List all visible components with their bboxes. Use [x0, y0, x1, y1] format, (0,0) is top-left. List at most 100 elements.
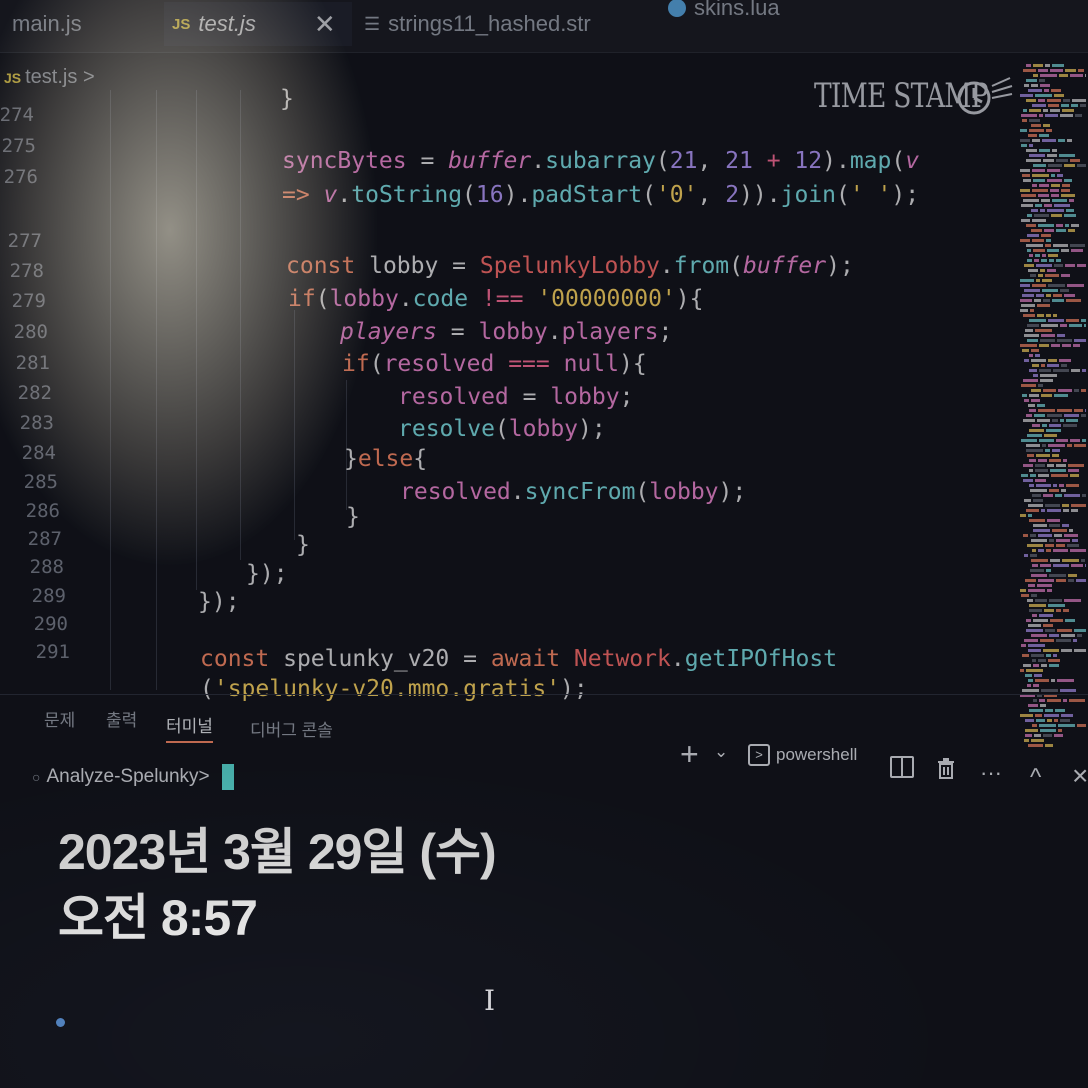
minimap-line: [1052, 449, 1060, 452]
minimap-line: [1063, 99, 1070, 102]
minimap-line: [1032, 494, 1041, 497]
minimap-line: [1049, 259, 1054, 262]
code-line[interactable]: players = lobby.players;: [340, 319, 672, 345]
code-line[interactable]: }else{: [344, 446, 427, 472]
minimap-line: [1034, 674, 1042, 677]
code-line[interactable]: }: [346, 504, 360, 530]
tab-main-js[interactable]: main.js: [4, 2, 82, 46]
terminal-prompt-line[interactable]: ○ Analyze-Spelunky>: [32, 764, 234, 790]
minimap-line: [1054, 94, 1064, 97]
tab-output[interactable]: 출력: [106, 706, 137, 731]
minimap[interactable]: [1018, 60, 1088, 750]
code-token: syncFrom: [524, 479, 636, 505]
minimap-line: [1044, 609, 1054, 612]
breadcrumb[interactable]: JS test.js >: [4, 66, 95, 89]
minimap-line: [1040, 729, 1056, 732]
minimap-line: [1020, 344, 1037, 347]
new-terminal-button[interactable]: +: [680, 736, 699, 773]
minimap-line: [1035, 479, 1046, 482]
minimap-line: [1063, 609, 1069, 612]
minimap-line: [1073, 639, 1077, 642]
minimap-line: [1031, 574, 1047, 577]
code-token: )).: [739, 182, 781, 208]
minimap-line: [1066, 484, 1079, 487]
code-line[interactable]: }: [280, 86, 294, 112]
code-token: lobby: [478, 319, 548, 345]
minimap-line: [1031, 229, 1042, 232]
minimap-line: [1065, 224, 1069, 227]
minimap-line: [1039, 79, 1045, 82]
minimap-line: [1034, 299, 1041, 302]
minimap-line: [1061, 489, 1066, 492]
code-token: .: [670, 646, 685, 672]
code-line[interactable]: });: [198, 589, 240, 615]
minimap-line: [1032, 219, 1046, 222]
code-line[interactable]: resolved.syncFrom(lobby);: [400, 479, 746, 505]
code-line[interactable]: }: [296, 532, 310, 558]
breadcrumb-file[interactable]: test.js: [25, 66, 77, 88]
minimap-line: [1024, 84, 1029, 87]
code-line[interactable]: const spelunky_v20 = await Network.getIP…: [200, 646, 837, 672]
code-line[interactable]: if(lobby.code !== '00000000'){: [288, 286, 704, 312]
minimap-line: [1070, 439, 1080, 442]
minimap-line: [1020, 279, 1034, 282]
code-line[interactable]: const lobby = SpelunkyLobby.from(buffer)…: [286, 253, 854, 279]
split-terminal-icon[interactable]: [890, 756, 914, 778]
code-line[interactable]: });: [246, 561, 288, 587]
minimap-line: [1062, 559, 1079, 562]
code-token: buffer: [743, 253, 827, 279]
close-panel-icon[interactable]: ×: [1072, 760, 1088, 792]
minimap-line: [1061, 274, 1070, 277]
minimap-line: [1055, 709, 1065, 712]
minimap-line: [1030, 534, 1036, 537]
more-actions-icon[interactable]: ···: [980, 760, 1002, 786]
tab-debug-console[interactable]: 디버그 콘솔: [250, 716, 333, 741]
terminal-icon: >: [748, 744, 770, 766]
overlay-time: 오전 8:57: [58, 890, 258, 946]
indent-guide: [110, 90, 111, 690]
minimap-line: [1027, 599, 1033, 602]
minimap-line: [1039, 614, 1053, 617]
tab-strings-hashed[interactable]: ☰ strings11_hashed.str: [364, 2, 591, 46]
minimap-line: [1038, 579, 1054, 582]
tab-test-js[interactable]: JS test.js ✕: [164, 2, 352, 46]
minimap-line: [1054, 264, 1063, 267]
code-token: Network: [573, 646, 671, 672]
minimap-line: [1066, 209, 1074, 212]
minimap-line: [1020, 669, 1024, 672]
code-line[interactable]: ('spelunky-v20.mmo.gratis');: [200, 676, 588, 702]
minimap-line: [1064, 494, 1080, 497]
minimap-line: [1029, 254, 1033, 257]
code-line[interactable]: resolved = lobby;: [398, 384, 633, 410]
line-number: 283: [19, 412, 54, 434]
minimap-line: [1071, 504, 1086, 507]
minimap-line: [1031, 559, 1048, 562]
minimap-line: [1045, 114, 1058, 117]
tab-terminal[interactable]: 터미널: [166, 712, 213, 743]
minimap-line: [1021, 219, 1030, 222]
line-number: 277: [7, 230, 42, 252]
code-line[interactable]: resolve(lobby);: [398, 416, 606, 442]
chevron-down-icon[interactable]: ⌄: [714, 742, 728, 762]
minimap-line: [1027, 544, 1043, 547]
minimap-line: [1032, 564, 1038, 567]
tab-problems[interactable]: 문제: [44, 706, 75, 731]
minimap-line: [1046, 314, 1051, 317]
minimap-line: [1046, 569, 1051, 572]
close-icon[interactable]: ✕: [314, 9, 336, 40]
code-line[interactable]: => v.toString(16).padStart('0', 2)).join…: [282, 182, 919, 208]
maximize-panel-icon[interactable]: ^: [1030, 764, 1041, 792]
code-line[interactable]: syncBytes = buffer.subarray(21, 21 + 12)…: [282, 148, 919, 174]
minimap-line: [1069, 199, 1074, 202]
minimap-line: [1020, 309, 1028, 312]
minimap-line: [1032, 169, 1045, 172]
minimap-line: [1047, 699, 1061, 702]
minimap-line: [1029, 429, 1044, 432]
code-line[interactable]: if(resolved === null){: [342, 351, 647, 377]
minimap-line: [1023, 419, 1035, 422]
minimap-line: [1026, 449, 1043, 452]
trash-icon[interactable]: [936, 756, 956, 780]
minimap-line: [1029, 394, 1039, 397]
terminal-profile-button[interactable]: > powershell: [748, 744, 857, 766]
tab-skins-lua[interactable]: skins.lua: [668, 0, 780, 30]
